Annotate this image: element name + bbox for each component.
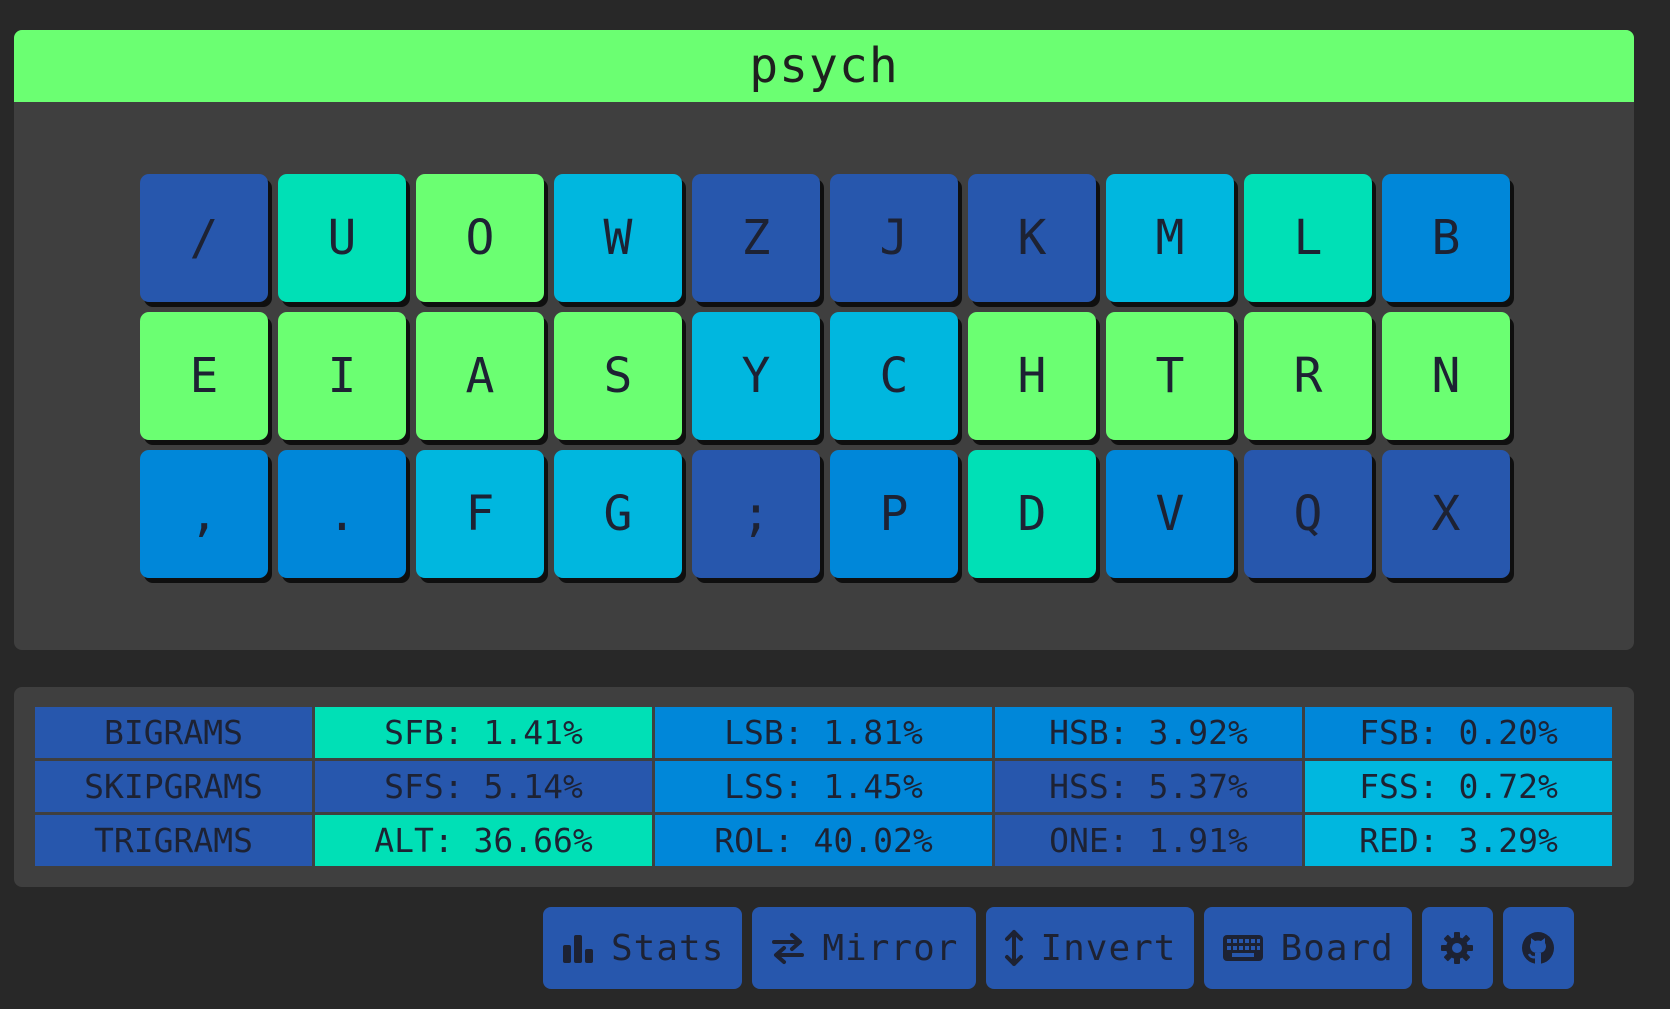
github-icon	[1520, 930, 1556, 966]
layout-panel: psych / U O W Z J K M L B E I A S Y C H T R N,. F G; P D V Q X	[14, 30, 1634, 650]
gear-icon	[1439, 930, 1475, 966]
key[interactable]: H	[968, 312, 1096, 440]
key[interactable]: K	[968, 174, 1096, 302]
board-label: Board	[1280, 927, 1394, 969]
key[interactable]: R	[1244, 312, 1372, 440]
vertical-arrows-icon	[1004, 929, 1024, 967]
key[interactable]: .	[278, 450, 406, 578]
github-button[interactable]	[1502, 907, 1574, 989]
stats-cell: LSS: 1.45%	[655, 761, 992, 812]
key[interactable]: F	[416, 450, 544, 578]
stats-cell: RED: 3.29%	[1305, 815, 1612, 866]
key[interactable]: Q	[1244, 450, 1372, 578]
key[interactable]: /	[140, 174, 268, 302]
stats-label: Stats	[611, 927, 725, 969]
key[interactable]: E	[140, 312, 268, 440]
stats-row-header: TRIGRAMS	[35, 815, 312, 866]
key[interactable]: I	[278, 312, 406, 440]
key[interactable]: B	[1382, 174, 1510, 302]
bar-chart-icon	[561, 931, 595, 965]
key[interactable]: Z	[692, 174, 820, 302]
stats-cell: HSB: 3.92%	[995, 707, 1302, 758]
invert-button[interactable]: Invert	[986, 907, 1195, 989]
stats-cell: HSS: 5.37%	[995, 761, 1302, 812]
key[interactable]: ;	[692, 450, 820, 578]
stats-cell: LSB: 1.81%	[655, 707, 992, 758]
key[interactable]: M	[1106, 174, 1234, 302]
key[interactable]: D	[968, 450, 1096, 578]
key[interactable]: O	[416, 174, 544, 302]
keyboard-grid: / U O W Z J K M L B E I A S Y C H T R N,. F G; P D V Q X	[140, 174, 1510, 578]
key[interactable]: G	[554, 450, 682, 578]
key[interactable]: L	[1244, 174, 1372, 302]
key[interactable]: A	[416, 312, 544, 440]
key[interactable]: C	[830, 312, 958, 440]
swap-arrows-icon	[770, 931, 806, 965]
keyboard-icon	[1222, 933, 1264, 963]
stats-cell: ROL: 40.02%	[655, 815, 992, 866]
stats-cell: FSB: 0.20%	[1305, 707, 1612, 758]
mirror-button[interactable]: Mirror	[752, 907, 977, 989]
mirror-label: Mirror	[822, 927, 959, 969]
settings-button[interactable]	[1421, 907, 1493, 989]
key[interactable]: U	[278, 174, 406, 302]
key[interactable]: P	[830, 450, 958, 578]
stats-cell: FSS: 0.72%	[1305, 761, 1612, 812]
key[interactable]: T	[1106, 312, 1234, 440]
board-button[interactable]: Board	[1204, 907, 1412, 989]
stats-cell: SFS: 5.14%	[315, 761, 652, 812]
stats-cell: ONE: 1.91%	[995, 815, 1302, 866]
toolbar: Stats Mirror Invert Board	[543, 907, 1574, 989]
stats-cell: SFB: 1.41%	[315, 707, 652, 758]
key[interactable]: X	[1382, 450, 1510, 578]
layout-title[interactable]: psych	[14, 30, 1634, 102]
stats-panel: BIGRAMS SFB: 1.41% LSB: 1.81% HSB: 3.92% FSB…	[14, 687, 1634, 887]
key[interactable]: ,	[140, 450, 268, 578]
key[interactable]: S	[554, 312, 682, 440]
stats-row-header: BIGRAMS	[35, 707, 312, 758]
stats-cell: ALT: 36.66%	[315, 815, 652, 866]
stats-row-header: SKIPGRAMS	[35, 761, 312, 812]
key[interactable]: Y	[692, 312, 820, 440]
key[interactable]: N	[1382, 312, 1510, 440]
key[interactable]: W	[554, 174, 682, 302]
stats-button[interactable]: Stats	[543, 907, 743, 989]
key[interactable]: J	[830, 174, 958, 302]
stats-table: BIGRAMS SFB: 1.41% LSB: 1.81% HSB: 3.92% FSB…	[35, 707, 1612, 866]
key[interactable]: V	[1106, 450, 1234, 578]
invert-label: Invert	[1040, 927, 1177, 969]
